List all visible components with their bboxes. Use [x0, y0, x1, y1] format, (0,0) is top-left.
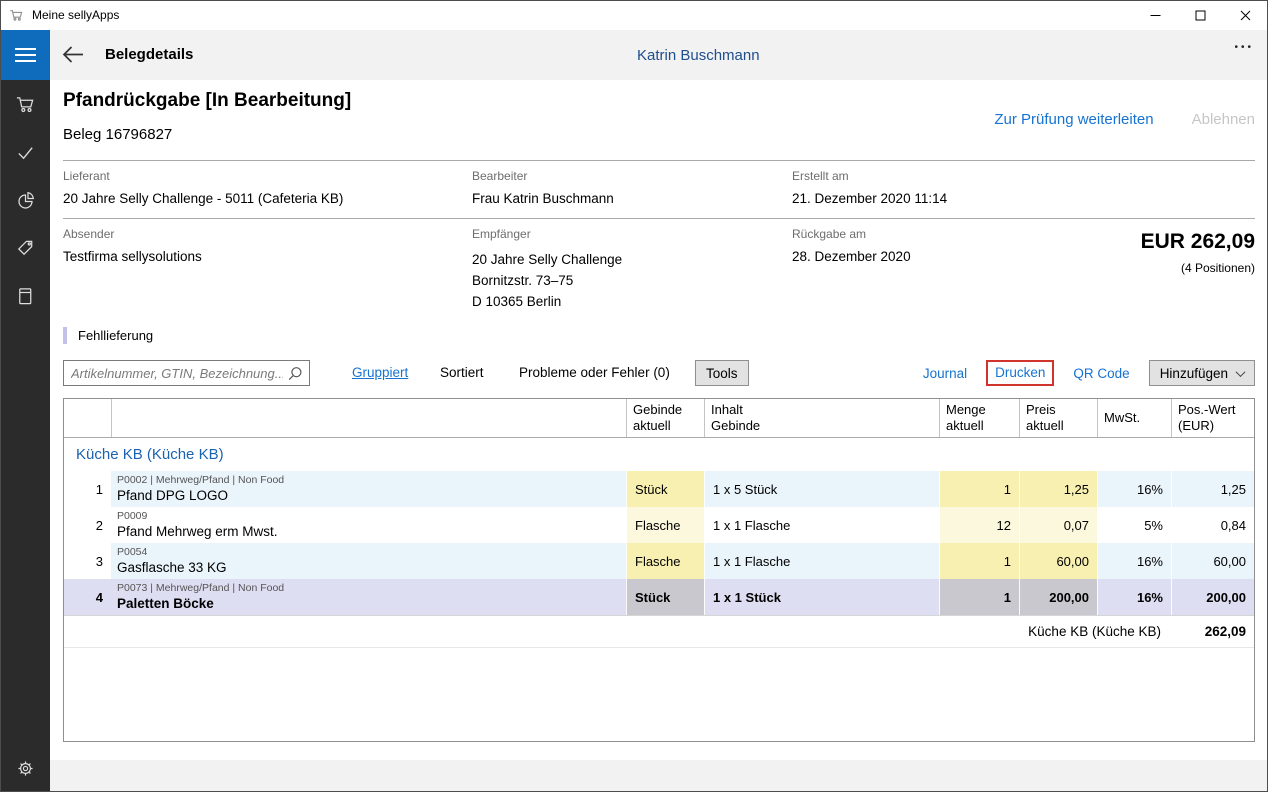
- total-amount: EUR 262,09: [1141, 230, 1255, 254]
- qr-code-link[interactable]: QR Code: [1073, 366, 1129, 381]
- gebinde-cell[interactable]: Flasche: [626, 543, 704, 579]
- col-mwst: MwSt.: [1097, 399, 1171, 437]
- article-cell: P0073 | Mehrweg/Pfand | Non FoodPaletten…: [111, 579, 626, 615]
- bottom-bar: [50, 760, 1268, 792]
- section-tag: Fehllieferung: [63, 327, 153, 344]
- search-box[interactable]: [63, 360, 310, 386]
- field-bearbeiter: Bearbeiter Frau Katrin Buschmann: [472, 169, 614, 206]
- col-pos-wert: Pos.-Wert(EUR): [1171, 399, 1254, 437]
- mwst-cell: 5%: [1097, 507, 1171, 543]
- field-absender: Absender Testfirma sellysolutions: [63, 227, 202, 264]
- document-total: EUR 262,09 (4 Positionen): [1141, 230, 1255, 275]
- sidebar: [0, 80, 50, 792]
- gebinde-cell[interactable]: Stück: [626, 579, 704, 615]
- tools-button[interactable]: Tools: [695, 360, 749, 386]
- field-empfaenger: Empfänger 20 Jahre Selly Challenge Borni…: [472, 227, 622, 312]
- menge-cell[interactable]: 1: [939, 543, 1019, 579]
- col-gebinde-aktuell: Gebindeaktuell: [626, 399, 704, 437]
- window-title: Meine sellyApps: [32, 8, 119, 22]
- table-row[interactable]: 1 P0002 | Mehrweg/Pfand | Non FoodPfand …: [64, 471, 1254, 507]
- app-icon: [9, 8, 24, 23]
- preis-cell[interactable]: 0,07: [1019, 507, 1097, 543]
- close-button[interactable]: [1223, 0, 1268, 30]
- journal-book-icon[interactable]: [0, 272, 50, 320]
- chevron-down-icon: [1236, 367, 1246, 377]
- cart-icon[interactable]: [0, 80, 50, 128]
- section-tag-bar: [63, 327, 67, 344]
- menge-cell[interactable]: 12: [939, 507, 1019, 543]
- article-cell: P0054Gasflasche 33 KG: [111, 543, 626, 579]
- col-number: [64, 399, 111, 437]
- section-tag-label: Fehllieferung: [78, 328, 153, 343]
- field-erstellt-am: Erstellt am 21. Dezember 2020 11:14: [792, 169, 947, 206]
- article-cell: P0002 | Mehrweg/Pfand | Non FoodPfand DP…: [111, 471, 626, 507]
- more-options-button[interactable]: •••: [1234, 42, 1254, 53]
- mwst-cell: 16%: [1097, 471, 1171, 507]
- table-row[interactable]: 2 P0009Pfand Mehrweg erm Mwst. Flasche 1…: [64, 507, 1254, 543]
- title-bar: Meine sellyApps: [0, 0, 1268, 30]
- article-cell: P0009Pfand Mehrweg erm Mwst.: [111, 507, 626, 543]
- menge-cell[interactable]: 1: [939, 471, 1019, 507]
- pie-chart-icon[interactable]: [0, 176, 50, 224]
- inhalt-cell: 1 x 1 Flasche: [704, 507, 939, 543]
- group-footer-total: 262,09: [1171, 616, 1254, 647]
- divider: [63, 218, 1255, 219]
- hinzufuegen-button[interactable]: Hinzufügen: [1149, 360, 1255, 386]
- positions-table: Gebindeaktuell InhaltGebinde Mengeaktuel…: [63, 398, 1255, 742]
- sortiert-toggle[interactable]: Sortiert: [440, 365, 484, 380]
- positions-count: (4 Positionen): [1141, 261, 1255, 275]
- search-input[interactable]: [64, 361, 309, 385]
- gruppiert-toggle[interactable]: Gruppiert: [352, 365, 408, 380]
- group-footer-label: Küche KB (Küche KB): [64, 616, 1171, 647]
- group-header: Küche KB (Küche KB): [64, 438, 1254, 471]
- mwst-cell: 16%: [1097, 543, 1171, 579]
- mwst-cell: 16%: [1097, 579, 1171, 615]
- app-bar: Belegdetails Katrin Buschmann •••: [0, 30, 1268, 80]
- wert-cell: 0,84: [1171, 507, 1254, 543]
- user-name-link[interactable]: Katrin Buschmann: [637, 47, 760, 64]
- maximize-button[interactable]: [1178, 0, 1223, 30]
- gebinde-cell[interactable]: Stück: [626, 471, 704, 507]
- preis-cell[interactable]: 200,00: [1019, 579, 1097, 615]
- price-tag-icon[interactable]: [0, 224, 50, 272]
- settings-gear-icon[interactable]: [0, 744, 50, 792]
- inhalt-cell: 1 x 1 Stück: [704, 579, 939, 615]
- forward-for-review-button[interactable]: Zur Prüfung weiterleiten: [994, 111, 1153, 128]
- col-inhalt-gebinde: InhaltGebinde: [704, 399, 939, 437]
- col-article: [111, 399, 626, 437]
- drucken-link[interactable]: Drucken: [995, 365, 1045, 380]
- menge-cell[interactable]: 1: [939, 579, 1019, 615]
- reject-button: Ablehnen: [1192, 111, 1255, 128]
- drucken-highlight-box: Drucken: [986, 360, 1054, 386]
- wert-cell: 200,00: [1171, 579, 1254, 615]
- group-footer-row: Küche KB (Küche KB) 262,09: [64, 615, 1254, 648]
- search-icon: [288, 366, 303, 386]
- col-menge-aktuell: Mengeaktuell: [939, 399, 1019, 437]
- divider: [63, 160, 1255, 161]
- document-title: Pfandrückgabe [In Bearbeitung]: [63, 90, 351, 112]
- inhalt-cell: 1 x 1 Flasche: [704, 543, 939, 579]
- gebinde-cell[interactable]: Flasche: [626, 507, 704, 543]
- preis-cell[interactable]: 60,00: [1019, 543, 1097, 579]
- page-title: Belegdetails: [105, 46, 193, 63]
- minimize-button[interactable]: [1133, 0, 1178, 30]
- probleme-fehler-link[interactable]: Probleme oder Fehler (0): [519, 365, 670, 380]
- checkmark-icon[interactable]: [0, 128, 50, 176]
- field-rueckgabe-am: Rückgabe am 28. Dezember 2020: [792, 227, 911, 264]
- field-lieferant: Lieferant 20 Jahre Selly Challenge - 501…: [63, 169, 343, 206]
- table-header-row: Gebindeaktuell InhaltGebinde Mengeaktuel…: [64, 399, 1254, 438]
- col-preis-aktuell: Preisaktuell: [1019, 399, 1097, 437]
- wert-cell: 60,00: [1171, 543, 1254, 579]
- inhalt-cell: 1 x 5 Stück: [704, 471, 939, 507]
- hamburger-menu-button[interactable]: [0, 30, 50, 80]
- preis-cell[interactable]: 1,25: [1019, 471, 1097, 507]
- document-number: Beleg 16796827: [63, 126, 172, 143]
- table-row[interactable]: 3 P0054Gasflasche 33 KG Flasche 1 x 1 Fl…: [64, 543, 1254, 579]
- back-button[interactable]: [62, 45, 84, 69]
- table-row-selected[interactable]: 4 P0073 | Mehrweg/Pfand | Non FoodPalett…: [64, 579, 1254, 615]
- content-area: Pfandrückgabe [In Bearbeitung] Beleg 167…: [50, 80, 1268, 792]
- positions-toolbar: Gruppiert Sortiert Probleme oder Fehler …: [50, 360, 1268, 387]
- journal-link[interactable]: Journal: [923, 366, 967, 381]
- wert-cell: 1,25: [1171, 471, 1254, 507]
